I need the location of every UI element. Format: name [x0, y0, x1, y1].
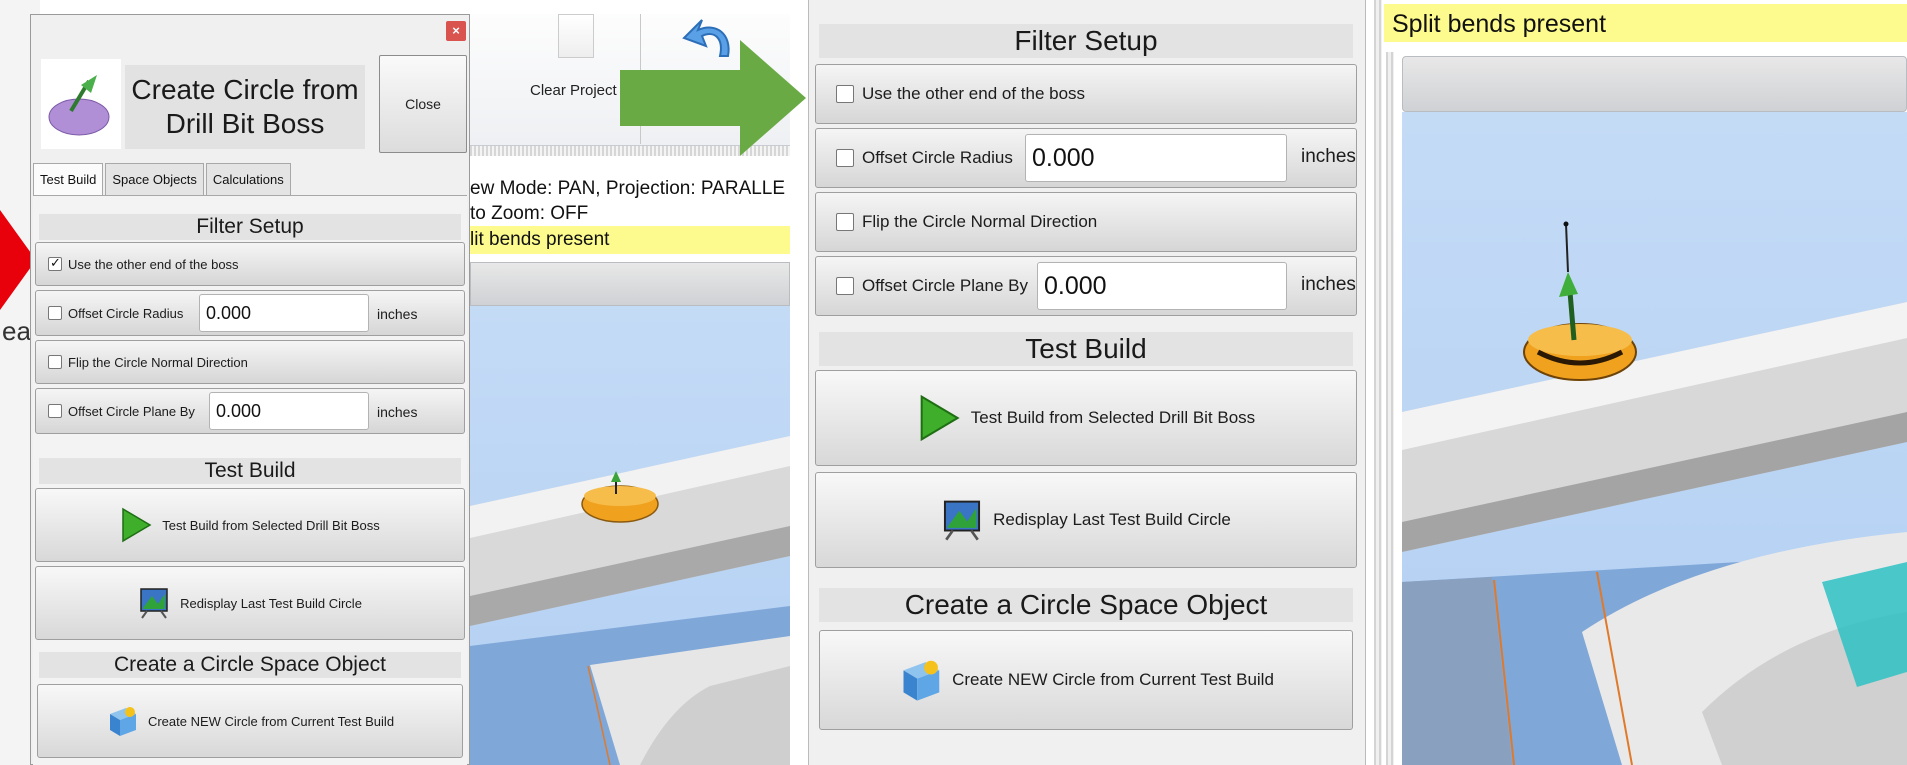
status-auto-zoom: to Zoom: OFF	[470, 203, 589, 224]
create-new-circle-button-zoomed[interactable]: Create NEW Circle from Current Test Buil…	[819, 630, 1353, 730]
test-build-button-zoomed[interactable]: Test Build from Selected Drill Bit Boss	[815, 370, 1357, 466]
redisplay-icon-zoomed	[944, 500, 981, 541]
close-button[interactable]: Close	[379, 55, 467, 153]
offset-plane-checkbox-zoomed[interactable]	[836, 277, 854, 295]
offset-plane-label-zoomed: Offset Circle Plane By	[862, 276, 1028, 295]
new-object-icon	[109, 707, 136, 736]
offset-plane-label: Offset Circle Plane By	[68, 403, 195, 419]
offset-plane-input[interactable]: 0.000	[209, 392, 369, 430]
create-circle-heading: Create a Circle Space Object	[39, 652, 461, 678]
flip-normal-checkbox[interactable]	[48, 355, 62, 369]
offset-radius-checkbox[interactable]	[48, 306, 62, 320]
tab-calculations[interactable]: Calculations	[205, 163, 291, 195]
create-new-circle-label: Create NEW Circle from Current Test Buil…	[147, 713, 395, 729]
test-build-button[interactable]: Test Build from Selected Drill Bit Boss	[35, 488, 465, 562]
offset-radius-label-zoomed: Offset Circle Radius	[862, 148, 1013, 167]
viewport-toolbar	[470, 262, 790, 306]
offset-radius-unit: inches	[377, 306, 418, 322]
3d-viewport[interactable]	[470, 306, 790, 765]
create-circle-heading-zoomed: Create a Circle Space Object	[819, 588, 1353, 622]
use-other-end-label-zoomed: Use the other end of the boss	[862, 84, 1086, 103]
dialog-close-x-button[interactable]: ×	[446, 21, 466, 41]
filter-setup-heading-zoomed: Filter Setup	[819, 24, 1353, 58]
flip-normal-label: Flip the Circle Normal Direction	[68, 354, 248, 370]
dialog-title: Create Circle from Drill Bit Boss	[125, 65, 365, 149]
tab-space-objects[interactable]: Space Objects	[105, 163, 204, 195]
offset-radius-label: Offset Circle Radius	[68, 305, 184, 321]
viewport-side-splitter[interactable]	[1386, 52, 1394, 765]
use-other-end-checkbox-zoomed[interactable]	[836, 85, 854, 103]
offset-plane-unit-zoomed: inches	[1301, 274, 1356, 295]
redisplay-button-label: Redisplay Last Test Build Circle	[180, 595, 362, 611]
test-build-button-label: Test Build from Selected Drill Bit Boss	[162, 517, 380, 533]
test-build-heading: Test Build	[39, 458, 461, 484]
flip-normal-checkbox-zoomed[interactable]	[836, 213, 854, 231]
right-viewport-panel: Split bends present	[1374, 0, 1907, 765]
flip-normal-label-zoomed: Flip the Circle Normal Direction	[862, 212, 1098, 231]
status-split-text-zoomed: Split bends present	[1392, 10, 1607, 38]
3d-viewport-zoomed[interactable]	[1402, 112, 1907, 765]
status-split-text: lit bends present	[470, 229, 610, 250]
offset-plane-input-zoomed[interactable]: 0.000	[1037, 262, 1287, 310]
pipe-scene-zoomed	[1402, 221, 1907, 765]
viewport-toolbar-zoomed	[1402, 56, 1907, 112]
circle-tool-icon	[41, 59, 121, 149]
dialog-tabs: Test Build Space Objects Calculations	[33, 163, 293, 197]
status-split-bar-zoomed: Split bends present	[1384, 4, 1907, 42]
status-split-bar: lit bends present	[470, 226, 790, 254]
use-other-end-row[interactable]: Use the other end of the boss	[35, 242, 465, 286]
clear-project-label[interactable]: Clear Project	[530, 82, 617, 99]
offset-plane-checkbox[interactable]	[48, 404, 62, 418]
play-icon	[122, 507, 152, 543]
use-other-end-label: Use the other end of the boss	[68, 256, 239, 272]
green-arrow-icon	[620, 40, 806, 156]
pipe-scene	[470, 436, 790, 765]
redisplay-button-label-zoomed: Redisplay Last Test Build Circle	[993, 510, 1231, 529]
offset-radius-input-zoomed[interactable]: 0.000	[1025, 134, 1287, 182]
redisplay-icon	[140, 588, 168, 619]
create-circle-dialog: × Create Circle from Drill Bit Boss Clos…	[30, 14, 470, 765]
offset-radius-checkbox-zoomed[interactable]	[836, 149, 854, 167]
use-other-end-checkbox[interactable]	[48, 255, 62, 271]
background-partial-text: ea	[2, 316, 31, 346]
test-build-button-label-zoomed: Test Build from Selected Drill Bit Boss	[970, 408, 1256, 427]
tab-test-build[interactable]: Test Build	[33, 163, 104, 197]
redisplay-button-zoomed[interactable]: Redisplay Last Test Build Circle	[815, 472, 1357, 568]
create-new-circle-label-zoomed: Create NEW Circle from Current Test Buil…	[952, 670, 1274, 689]
splitter-left[interactable]	[1374, 0, 1382, 765]
play-icon-zoomed	[920, 394, 960, 442]
offset-radius-input[interactable]: 0.000	[199, 294, 369, 332]
clear-project-icon	[558, 14, 594, 58]
redisplay-button[interactable]: Redisplay Last Test Build Circle	[35, 566, 465, 640]
tab-test-build-body: Filter Setup Use the other end of the bo…	[33, 195, 467, 765]
create-new-circle-button[interactable]: Create NEW Circle from Current Test Buil…	[37, 684, 463, 758]
flip-normal-row-zoomed[interactable]: Flip the Circle Normal Direction	[815, 192, 1357, 252]
test-build-heading-zoomed: Test Build	[819, 332, 1353, 366]
filter-setup-heading: Filter Setup	[39, 214, 461, 240]
offset-plane-unit: inches	[377, 404, 418, 420]
new-object-icon-zoomed	[903, 660, 940, 701]
flip-normal-row[interactable]: Flip the Circle Normal Direction	[35, 340, 465, 384]
status-view-mode: ew Mode: PAN, Projection: PARALLE	[470, 178, 786, 199]
offset-radius-unit-zoomed: inches	[1301, 146, 1356, 167]
middle-zoomed-panel: Filter Setup Use the other end of the bo…	[808, 0, 1366, 765]
use-other-end-row-zoomed[interactable]: Use the other end of the boss	[815, 64, 1357, 124]
